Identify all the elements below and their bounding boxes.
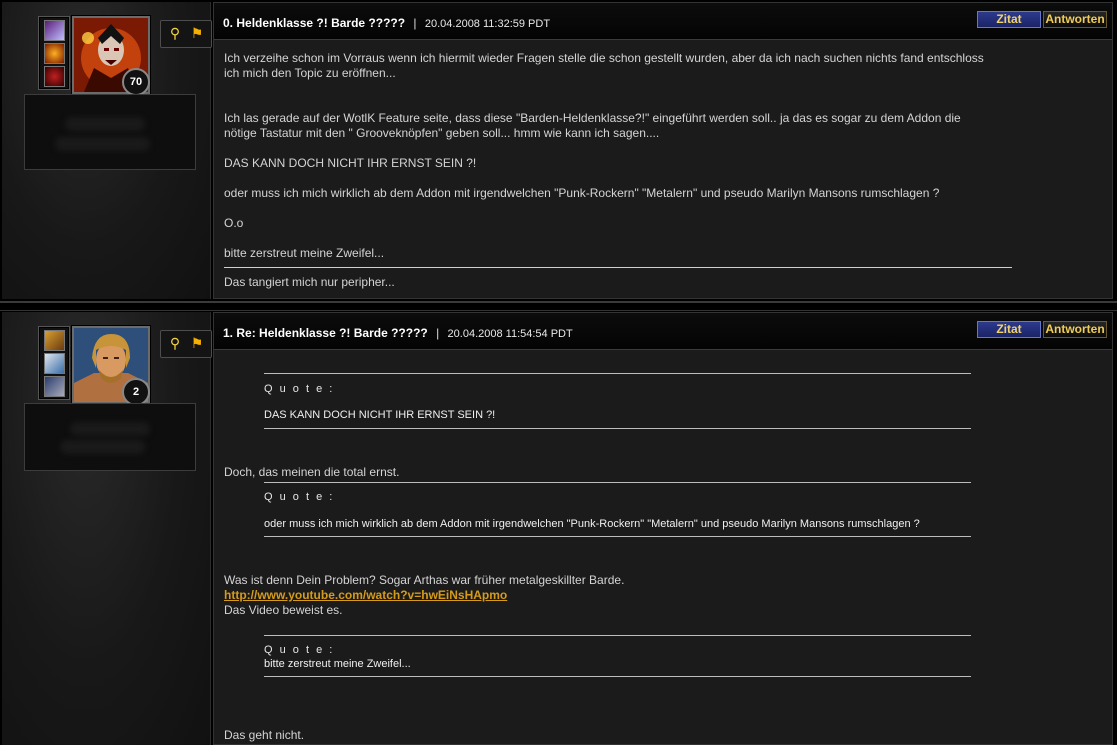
reply-text: Das Video beweist es. <box>224 603 343 617</box>
class-icon <box>44 353 65 374</box>
post-text-line: DAS KANN DOCH NICHT IHR ERNST SEIN ?! <box>224 156 477 170</box>
post-number: 1. <box>223 326 234 340</box>
post-date: 20.04.2008 11:32:59 PDT <box>424 18 551 30</box>
quote-label: Q u o t e : <box>264 491 335 503</box>
signature: Das tangiert mich nur peripher... <box>224 275 395 289</box>
post-text-line: oder muss ich mich wirklich ab dem Addon… <box>224 186 940 200</box>
post-text-line: ich mich den Topic zu eröffnen... <box>224 66 396 80</box>
post-header: 0. Heldenklasse ?! Barde ????? | 20.04.2… <box>214 3 1112 40</box>
character-icons <box>38 326 70 400</box>
post-text-line: Ich verzeihe schon im Vorraus wenn ich h… <box>224 51 984 65</box>
post-title: 1. Re: Heldenklasse ?! Barde ????? | 20.… <box>223 326 573 340</box>
quote-label: Q u o t e : <box>264 644 335 656</box>
post-date: 20.04.2008 11:54:54 PDT <box>447 328 573 340</box>
post-header: 1. Re: Heldenklasse ?! Barde ????? | 20.… <box>214 313 1112 350</box>
character-sheet-buttons[interactable]: ⚲ ⚑ <box>160 330 212 358</box>
post-title: 0. Heldenklasse ?! Barde ????? | 20.04.2… <box>223 16 551 30</box>
author-name-box <box>24 94 196 170</box>
level-badge: 2 <box>122 378 150 406</box>
race-icon <box>44 330 65 351</box>
post-subject[interactable]: Heldenklasse ?! Barde ????? <box>236 16 405 30</box>
report-icon[interactable]: ⚑ <box>188 24 206 42</box>
character-icons <box>38 16 70 90</box>
post-text-line: nötige Tastatur mit den " Grooveknöpfen"… <box>224 126 660 140</box>
reply-text: Was ist denn Dein Problem? Sogar Arthas … <box>224 573 625 587</box>
quote-text: bitte zerstreut meine Zweifel... <box>264 658 411 670</box>
faction-icon <box>44 376 65 397</box>
race-icon <box>44 43 65 64</box>
youtube-link[interactable]: http://www.youtube.com/watch?v=hwEiNsHAp… <box>224 588 507 603</box>
post-content: 0. Heldenklasse ?! Barde ????? | 20.04.2… <box>213 2 1113 299</box>
reply-text: Doch, das meinen die total ernst. <box>224 465 400 479</box>
author-name-box <box>24 403 196 471</box>
faction-icon <box>44 66 65 87</box>
level-badge: 70 <box>122 68 150 96</box>
quote-button[interactable]: Zitat <box>977 321 1041 338</box>
quote-text: DAS KANN DOCH NICHT IHR ERNST SEIN ?! <box>264 409 496 421</box>
post-content: 1. Re: Heldenklasse ?! Barde ????? | 20.… <box>213 312 1113 745</box>
search-character-icon[interactable]: ⚲ <box>166 334 184 352</box>
post-number: 0. <box>223 16 234 30</box>
class-icon <box>44 20 65 41</box>
post-text-line: Ich las gerade auf der WotlK Feature sei… <box>224 111 961 125</box>
signature-divider <box>224 267 1012 268</box>
quote-label: Q u o t e : <box>264 383 335 395</box>
post-author-sidebar: 70 ⚲ ⚑ <box>2 2 212 299</box>
quote-block: Q u o t e : oder muss ich mich wirklich … <box>264 482 971 537</box>
quote-block: Q u o t e : bitte zerstreut meine Zweife… <box>264 635 971 677</box>
quote-text: oder muss ich mich wirklich ab dem Addon… <box>264 518 920 530</box>
post-text-line: bitte zerstreut meine Zweifel... <box>224 246 385 260</box>
post-text-line: O.o <box>224 216 244 230</box>
reply-button[interactable]: Antworten <box>1043 11 1107 28</box>
quote-button[interactable]: Zitat <box>977 11 1041 28</box>
character-sheet-buttons[interactable]: ⚲ ⚑ <box>160 20 212 48</box>
search-character-icon[interactable]: ⚲ <box>166 24 184 42</box>
reply-button[interactable]: Antworten <box>1043 321 1107 338</box>
forum-post-1: 2 ⚲ ⚑ 1. Re: Heldenklasse ?! Barde ?????… <box>0 310 1117 745</box>
reply-text: Das geht nicht. <box>224 728 305 742</box>
post-author-sidebar: 2 ⚲ ⚑ <box>2 312 212 745</box>
report-icon[interactable]: ⚑ <box>188 334 206 352</box>
forum-post-0: 70 ⚲ ⚑ 0. Heldenklasse ?! Barde ????? | … <box>0 0 1117 303</box>
post-subject[interactable]: Re: Heldenklasse ?! Barde ????? <box>236 326 427 340</box>
quote-block: Q u o t e : DAS KANN DOCH NICHT IHR ERNS… <box>264 373 971 429</box>
